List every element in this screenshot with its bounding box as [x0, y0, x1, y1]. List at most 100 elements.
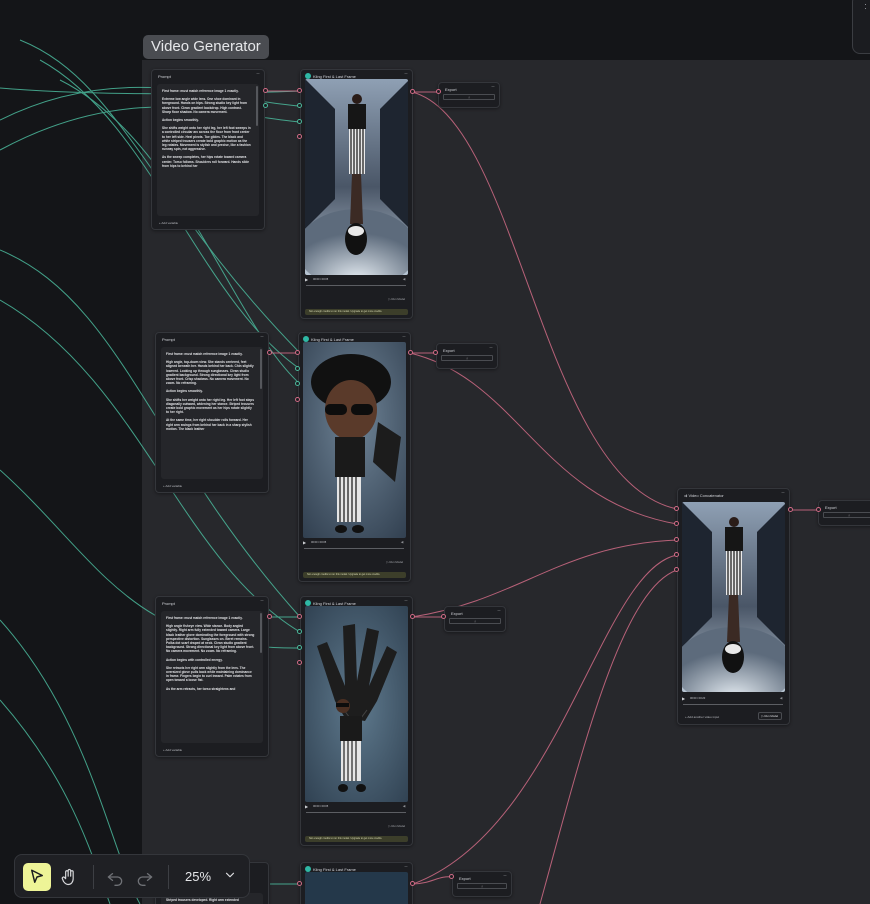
prompt-node-2[interactable]: Prompt ··· First frame: must match refer…: [155, 332, 269, 493]
more-menu-icon[interactable]: ···: [497, 608, 501, 614]
output-port[interactable]: [410, 881, 415, 886]
run-model-button[interactable]: ▷ Run Model: [387, 560, 403, 564]
more-menu-icon[interactable]: ···: [404, 71, 408, 77]
video-concatenator-node[interactable]: ⇉ Video Concatenator ··· ▶ 00:00 / 00:20…: [677, 488, 790, 725]
more-menu-icon[interactable]: ···: [491, 84, 495, 90]
input-port[interactable]: [297, 119, 302, 124]
kling-node-2[interactable]: Kling First & Last Frame ··· ▶ 00:00 / 0…: [298, 332, 411, 582]
output-port[interactable]: [263, 103, 268, 108]
output-port[interactable]: [408, 350, 413, 355]
export-node-4[interactable]: Export ··· ⤓: [452, 871, 512, 897]
more-menu-icon[interactable]: ···: [489, 345, 493, 351]
input-port[interactable]: [297, 629, 302, 634]
output-port[interactable]: [267, 350, 272, 355]
output-port[interactable]: [788, 507, 793, 512]
volume-icon[interactable]: ◀): [403, 804, 406, 808]
output-port[interactable]: [263, 88, 268, 93]
zoom-dropdown-button[interactable]: [223, 868, 237, 887]
prompt-textarea[interactable]: First frame: must match reference image …: [161, 347, 263, 479]
volume-icon[interactable]: ◀): [401, 540, 404, 544]
video-preview[interactable]: [305, 606, 408, 802]
export-node-1[interactable]: Export ··· ⤓: [438, 82, 500, 108]
input-port[interactable]: [297, 103, 302, 108]
input-port[interactable]: [295, 366, 300, 371]
play-icon[interactable]: ▶: [305, 277, 308, 282]
volume-icon[interactable]: ◀): [403, 277, 406, 281]
download-button[interactable]: ⤓: [457, 883, 507, 889]
add-variable-button[interactable]: + Add variable: [163, 748, 182, 752]
kling-node-1[interactable]: Kling First & Last Frame ··· ▶ 00:00 / 0…: [300, 69, 413, 319]
output-port[interactable]: [410, 89, 415, 94]
play-icon[interactable]: ▶: [303, 540, 306, 545]
input-port[interactable]: [297, 645, 302, 650]
redo-button[interactable]: [131, 863, 159, 891]
download-button[interactable]: ⤓: [443, 94, 495, 100]
play-icon[interactable]: ▶: [682, 696, 685, 701]
more-menu-icon[interactable]: ···: [402, 334, 406, 340]
input-port[interactable]: [297, 881, 302, 886]
input-port[interactable]: [441, 614, 446, 619]
input-port[interactable]: [816, 507, 821, 512]
video-preview[interactable]: [303, 342, 406, 538]
add-variable-button[interactable]: + Add variable: [163, 484, 182, 488]
input-port[interactable]: [449, 874, 454, 879]
run-model-button[interactable]: ▷ Run Model: [389, 824, 405, 828]
input-port[interactable]: [674, 537, 679, 542]
pan-tool-button[interactable]: [55, 863, 83, 891]
credit-warning[interactable]: Not enough credits to run this model. Up…: [303, 572, 406, 578]
prompt-textarea[interactable]: First frame: must match reference image …: [157, 84, 259, 216]
video-preview[interactable]: [682, 502, 785, 692]
run-model-button[interactable]: ▷ Run Model: [757, 712, 782, 720]
output-port[interactable]: [267, 614, 272, 619]
export-node-3[interactable]: Export ··· ⤓: [444, 606, 506, 632]
input-port[interactable]: [436, 89, 441, 94]
prompt-node-1[interactable]: Prompt ··· First frame: must match refer…: [151, 69, 265, 230]
input-port[interactable]: [297, 88, 302, 93]
input-port[interactable]: [674, 552, 679, 557]
prompt-textarea[interactable]: First frame: must match reference image …: [161, 611, 263, 743]
credit-warning[interactable]: Not enough credits to run this model. Up…: [305, 309, 408, 315]
download-button[interactable]: ⤓: [823, 512, 870, 518]
input-port[interactable]: [297, 614, 302, 619]
video-progress-bar[interactable]: [306, 285, 406, 286]
output-port[interactable]: [410, 614, 415, 619]
scrollbar[interactable]: [260, 613, 262, 653]
video-preview[interactable]: [305, 79, 408, 275]
video-progress-bar[interactable]: [683, 704, 783, 705]
input-port[interactable]: [295, 350, 300, 355]
scrollbar[interactable]: [260, 349, 262, 389]
more-menu-icon[interactable]: ···: [503, 873, 507, 879]
video-progress-bar[interactable]: [304, 548, 404, 549]
video-preview[interactable]: [305, 872, 408, 904]
kling-node-4[interactable]: Kling First & Last Frame ···: [300, 862, 413, 904]
input-port[interactable]: [297, 134, 302, 139]
more-menu-icon[interactable]: ···: [781, 490, 785, 496]
export-node-5[interactable]: Export ⤓: [818, 500, 870, 526]
more-menu-icon[interactable]: ···: [404, 864, 408, 870]
input-port[interactable]: [674, 567, 679, 572]
undo-button[interactable]: [101, 863, 129, 891]
volume-icon[interactable]: ◀): [780, 696, 783, 700]
add-variable-button[interactable]: + Add variable: [159, 221, 178, 225]
run-model-button[interactable]: ▷ Run Model: [389, 297, 405, 301]
more-menu-icon[interactable]: ···: [256, 71, 260, 77]
input-port[interactable]: [674, 506, 679, 511]
input-port[interactable]: [295, 397, 300, 402]
prompt-node-3[interactable]: Prompt ··· First frame: must match refer…: [155, 596, 269, 757]
input-port[interactable]: [433, 350, 438, 355]
download-button[interactable]: ⤓: [449, 618, 501, 624]
input-port[interactable]: [295, 381, 300, 386]
kling-node-3[interactable]: Kling First & Last Frame ··· ▶ 00:00 / 0…: [300, 596, 413, 846]
more-menu-icon[interactable]: ···: [260, 334, 264, 340]
group-title[interactable]: Video Generator: [143, 35, 269, 59]
top-right-panel[interactable]: [852, 0, 870, 54]
more-menu-icon[interactable]: ···: [404, 598, 408, 604]
input-port[interactable]: [297, 660, 302, 665]
workflow-canvas[interactable]: Video Generator · · Prompt ··· First fra…: [0, 0, 870, 904]
play-icon[interactable]: ▶: [305, 804, 308, 809]
video-progress-bar[interactable]: [306, 812, 406, 813]
more-menu-icon[interactable]: · ·: [864, 0, 867, 13]
credit-warning[interactable]: Not enough credits to run this model. Up…: [305, 836, 408, 842]
select-tool-button[interactable]: [23, 863, 51, 891]
input-port[interactable]: [674, 521, 679, 526]
